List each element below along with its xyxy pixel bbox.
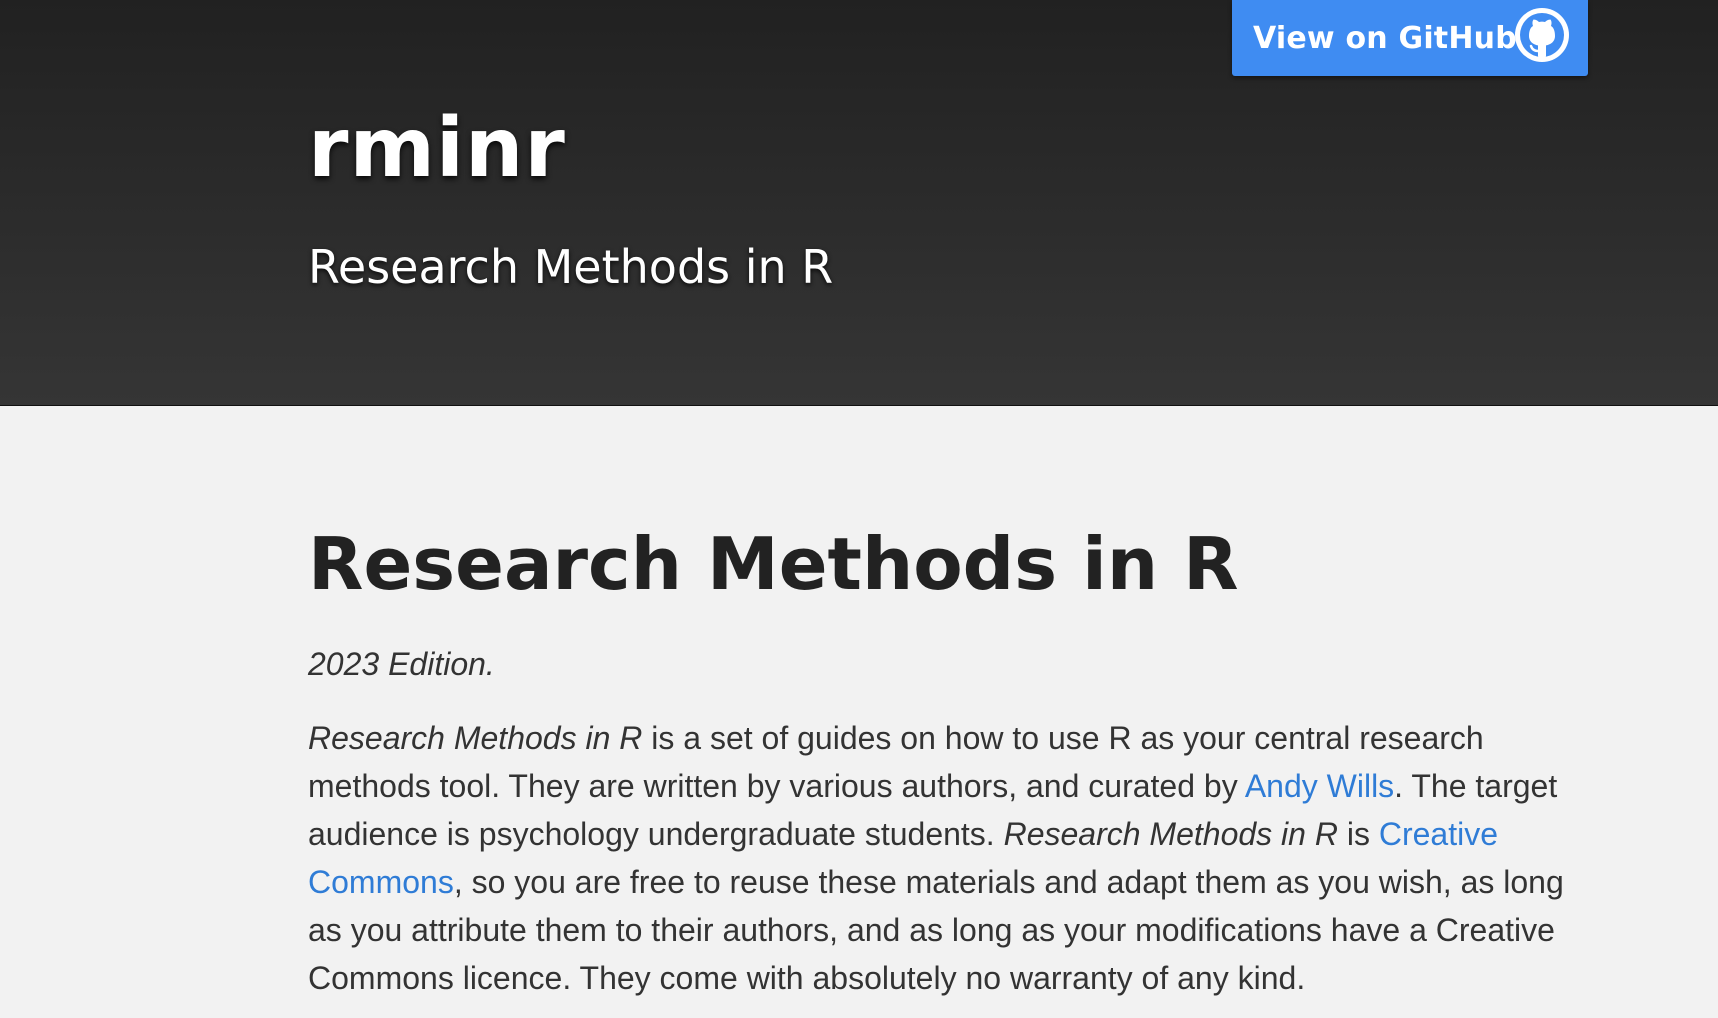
site-title: rminr — [308, 101, 566, 196]
edition-note: 2023 Edition. — [308, 646, 495, 682]
intro-text-3: is — [1337, 816, 1379, 852]
intro-paragraph: Research Methods in R is a set of guides… — [308, 714, 1573, 1002]
intro-title-emphasis-2: Research Methods in R — [1003, 816, 1338, 852]
andy-wills-link[interactable]: Andy Wills — [1245, 768, 1394, 804]
view-on-github-button[interactable]: View on GitHub — [1232, 0, 1588, 76]
intro-title-emphasis: Research Methods in R — [308, 720, 643, 756]
site-header: View on GitHub rminr Research Methods in… — [0, 0, 1718, 406]
intro-text-4: , so you are free to reuse these materia… — [308, 864, 1564, 996]
site-tagline: Research Methods in R — [308, 240, 834, 294]
view-on-github-label: View on GitHub — [1253, 20, 1517, 56]
page-heading: Research Methods in R — [308, 522, 1239, 606]
github-octocat-icon — [1515, 8, 1569, 62]
